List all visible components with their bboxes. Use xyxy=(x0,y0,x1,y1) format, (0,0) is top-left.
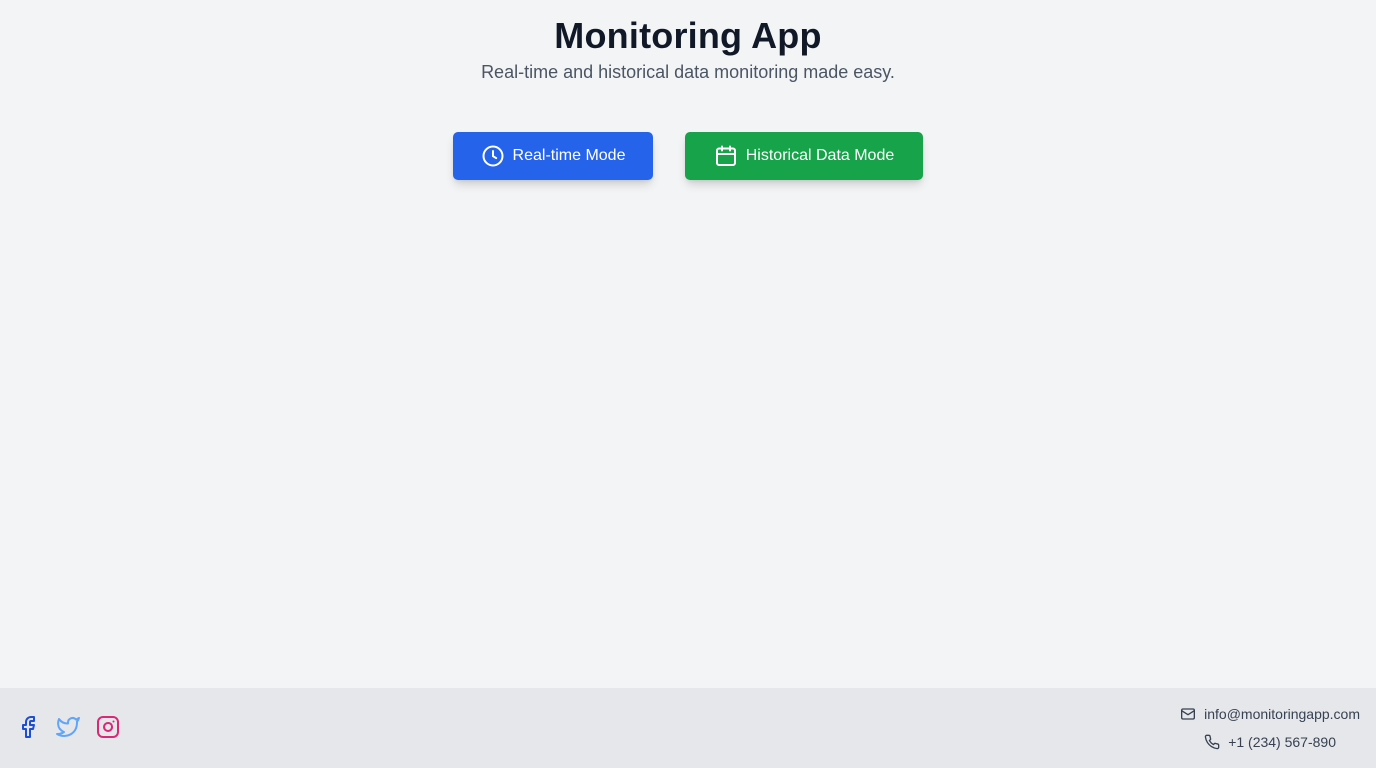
historical-mode-label: Historical Data Mode xyxy=(745,147,895,164)
social-links xyxy=(16,715,120,739)
clock-icon xyxy=(481,144,505,168)
page-header: Monitoring App Real-time and historical … xyxy=(0,14,1376,84)
instagram-icon[interactable] xyxy=(96,715,120,739)
twitter-icon[interactable] xyxy=(56,715,80,739)
contact-phone-text[interactable]: +1 (234) 567-890 xyxy=(1228,734,1336,750)
contact-phone: +1 (234) 567-890 xyxy=(1180,732,1360,752)
footer: info@monitoringapp.com +1 (234) 567-890 xyxy=(0,688,1376,768)
facebook-icon[interactable] xyxy=(16,715,40,739)
historical-mode-button[interactable]: Historical Data Mode xyxy=(685,132,923,180)
contact-email: info@monitoringapp.com xyxy=(1180,704,1360,724)
calendar-icon xyxy=(714,144,738,168)
contact-email-text[interactable]: info@monitoringapp.com xyxy=(1204,706,1360,722)
page-subtitle: Real-time and historical data monitoring… xyxy=(481,62,895,82)
contact-info: info@monitoringapp.com +1 (234) 567-890 xyxy=(1180,704,1360,752)
page-title: Monitoring App xyxy=(554,15,822,56)
mail-icon xyxy=(1180,706,1196,722)
realtime-mode-button[interactable]: Real-time Mode xyxy=(453,132,653,180)
realtime-mode-label: Real-time Mode xyxy=(512,147,626,164)
page: Monitoring App Real-time and historical … xyxy=(0,0,1376,768)
phone-icon xyxy=(1204,734,1220,750)
